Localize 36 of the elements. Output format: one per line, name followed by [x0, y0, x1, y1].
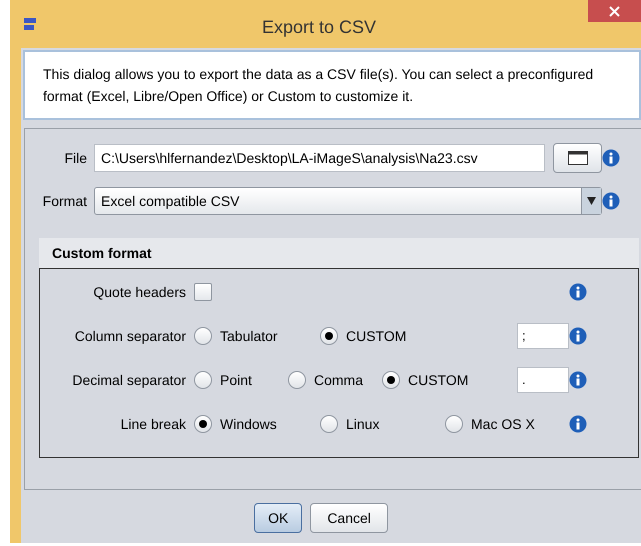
close-button[interactable] — [588, 0, 641, 22]
checkbox[interactable] — [194, 283, 212, 301]
radio-option[interactable]: Point — [194, 369, 252, 391]
separator-field[interactable]: ; — [517, 323, 569, 349]
radio-option[interactable]: Mac OS X — [445, 413, 535, 435]
option-label: Quote headers — [92, 282, 187, 302]
option-label: Line break — [120, 414, 187, 434]
dialog-button[interactable]: OK — [254, 503, 302, 533]
radio-option[interactable]: CUSTOM — [382, 369, 468, 391]
app-logo-icon — [23, 17, 37, 31]
option-label: Column separator — [74, 326, 187, 346]
radio-option[interactable]: Windows — [194, 413, 277, 435]
radio-option[interactable]: Comma — [288, 369, 364, 391]
info-icon[interactable] — [602, 192, 620, 210]
file-path-field[interactable]: C:\Users\hlfernandez\Desktop\LA-iMageS\analysis\Na23.csv — [94, 144, 545, 172]
format-dropdown[interactable]: Excel compatible CSV — [94, 187, 602, 215]
info-icon[interactable] — [569, 327, 587, 345]
window-icon — [568, 151, 588, 165]
format-label: Format — [42, 192, 87, 210]
info-icon[interactable] — [602, 149, 620, 167]
window-title: Export to CSV — [260, 16, 378, 39]
separator-field[interactable]: . — [517, 367, 569, 393]
radio-option[interactable]: CUSTOM — [320, 325, 406, 347]
close-icon — [609, 6, 620, 16]
description-text: This dialog allows you to export the data as a CSV file(s). You can select a preconfigured format (Excel, Libre/Open Office) or Custom to customize it. — [43, 65, 594, 106]
browse-button[interactable] — [553, 143, 602, 173]
file-label: File — [63, 148, 87, 168]
info-icon[interactable] — [569, 283, 587, 301]
dialog-button[interactable]: Cancel — [310, 503, 388, 533]
radio-option[interactable]: Tabulator — [194, 325, 278, 347]
info-icon[interactable] — [569, 371, 587, 389]
info-icon[interactable] — [569, 415, 587, 433]
group-title: Custom format — [52, 244, 152, 262]
dropdown-arrow-icon — [587, 197, 596, 205]
option-label: Decimal separator — [71, 370, 187, 390]
radio-option[interactable]: Linux — [320, 413, 380, 435]
